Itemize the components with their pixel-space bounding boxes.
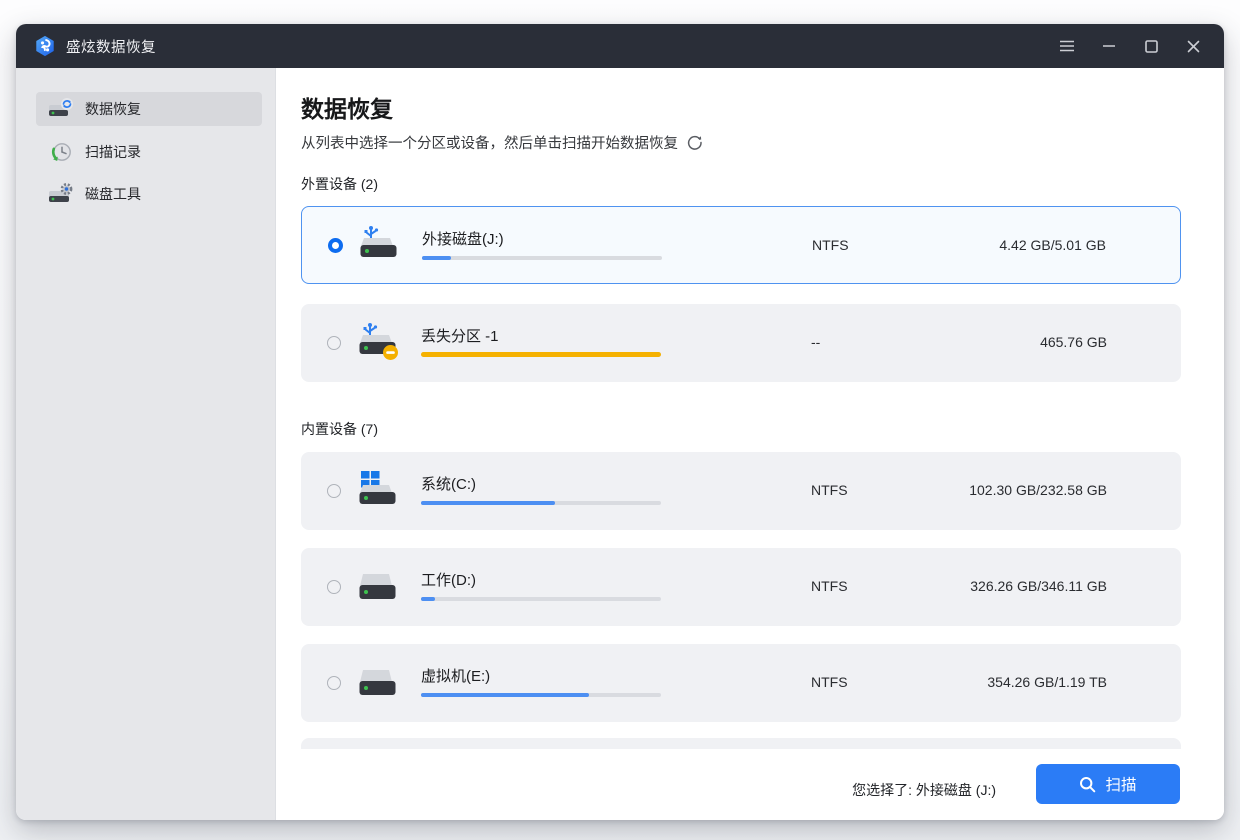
- usb-drive-warning-icon: [353, 321, 401, 365]
- sidebar: 数据恢复 扫描记录 磁盘工具: [16, 68, 276, 820]
- search-icon: [1079, 776, 1096, 793]
- page-title: 数据恢复: [301, 90, 393, 124]
- selection-status: 您选择了: 外接磁盘 (J:): [852, 780, 996, 800]
- drive-icon: [353, 661, 401, 705]
- device-row-system-c[interactable]: 系统(C:) NTFS 102.30 GB/232.58 GB: [301, 452, 1181, 530]
- usage-bar: [421, 693, 661, 697]
- device-filesystem: NTFS: [812, 237, 849, 253]
- menu-icon[interactable]: [1050, 31, 1084, 61]
- usage-bar: [421, 597, 661, 601]
- device-row-work-d[interactable]: 工作(D:) NTFS 326.26 GB/346.11 GB: [301, 548, 1181, 626]
- device-row-partial[interactable]: [301, 738, 1181, 749]
- drive-recovery-icon: [48, 97, 74, 121]
- device-size: 102.30 GB/232.58 GB: [969, 482, 1107, 498]
- page-subtitle: 从列表中选择一个分区或设备，然后单击扫描开始数据恢复: [301, 132, 703, 153]
- device-filesystem: NTFS: [811, 578, 848, 594]
- device-name: 虚拟机(E:): [421, 665, 490, 686]
- app-logo-icon: [34, 35, 56, 57]
- disk-tools-icon: [48, 182, 74, 206]
- sidebar-item-data-recovery[interactable]: 数据恢复: [36, 92, 262, 126]
- app-title: 盛炫数据恢复: [66, 36, 156, 57]
- radio-unselected[interactable]: [327, 580, 341, 594]
- sidebar-item-label: 磁盘工具: [85, 184, 141, 204]
- radio-selected[interactable]: [328, 238, 343, 253]
- usage-bar-fill: [422, 256, 451, 260]
- sidebar-item-label: 数据恢复: [85, 99, 141, 119]
- usage-bar-fill: [421, 501, 555, 505]
- drive-icon: [353, 565, 401, 609]
- maximize-button[interactable]: [1134, 31, 1168, 61]
- scan-button[interactable]: 扫描: [1036, 764, 1180, 804]
- usage-bar-fill: [421, 693, 589, 697]
- windows-drive-icon: [353, 469, 401, 513]
- radio-unselected[interactable]: [327, 336, 341, 350]
- usage-bar-fill: [421, 597, 435, 601]
- refresh-icon[interactable]: [686, 134, 703, 151]
- section-label-internal: 内置设备 (7): [301, 419, 378, 439]
- radio-unselected[interactable]: [327, 676, 341, 690]
- device-size: 4.42 GB/5.01 GB: [999, 237, 1106, 253]
- usage-bar-fill: [421, 352, 661, 357]
- sidebar-item-label: 扫描记录: [85, 142, 141, 162]
- device-name: 丢失分区 -1: [421, 325, 499, 346]
- device-name: 系统(C:): [421, 473, 476, 494]
- close-button[interactable]: [1176, 31, 1210, 61]
- usb-drive-icon: [354, 224, 402, 268]
- sidebar-item-scan-history[interactable]: 扫描记录: [36, 135, 262, 169]
- usage-bar: [421, 352, 661, 357]
- sidebar-item-disk-tools[interactable]: 磁盘工具: [36, 177, 262, 211]
- app-window: 盛炫数据恢复 数据恢复: [16, 24, 1224, 820]
- minimize-button[interactable]: [1092, 31, 1126, 61]
- device-size: 354.26 GB/1.19 TB: [987, 674, 1107, 690]
- device-name: 工作(D:): [421, 569, 476, 590]
- device-row-lost-partition[interactable]: 丢失分区 -1 -- 465.76 GB: [301, 304, 1181, 382]
- device-row-vm-e[interactable]: 虚拟机(E:) NTFS 354.26 GB/1.19 TB: [301, 644, 1181, 722]
- main-panel: 数据恢复 从列表中选择一个分区或设备，然后单击扫描开始数据恢复 外置设备 (2): [277, 68, 1224, 820]
- radio-unselected[interactable]: [327, 484, 341, 498]
- scan-history-icon: [48, 140, 74, 164]
- scan-button-label: 扫描: [1105, 773, 1136, 795]
- titlebar: 盛炫数据恢复: [16, 24, 1224, 68]
- device-size: 465.76 GB: [1040, 334, 1107, 350]
- usage-bar: [422, 256, 662, 260]
- usage-bar: [421, 501, 661, 505]
- device-filesystem: NTFS: [811, 674, 848, 690]
- device-size: 326.26 GB/346.11 GB: [970, 578, 1107, 594]
- device-filesystem: NTFS: [811, 482, 848, 498]
- device-row-external-disk-j[interactable]: 外接磁盘(J:) NTFS 4.42 GB/5.01 GB: [301, 206, 1181, 284]
- section-label-external: 外置设备 (2): [301, 174, 378, 194]
- device-filesystem: --: [811, 334, 820, 350]
- device-name: 外接磁盘(J:): [422, 228, 504, 249]
